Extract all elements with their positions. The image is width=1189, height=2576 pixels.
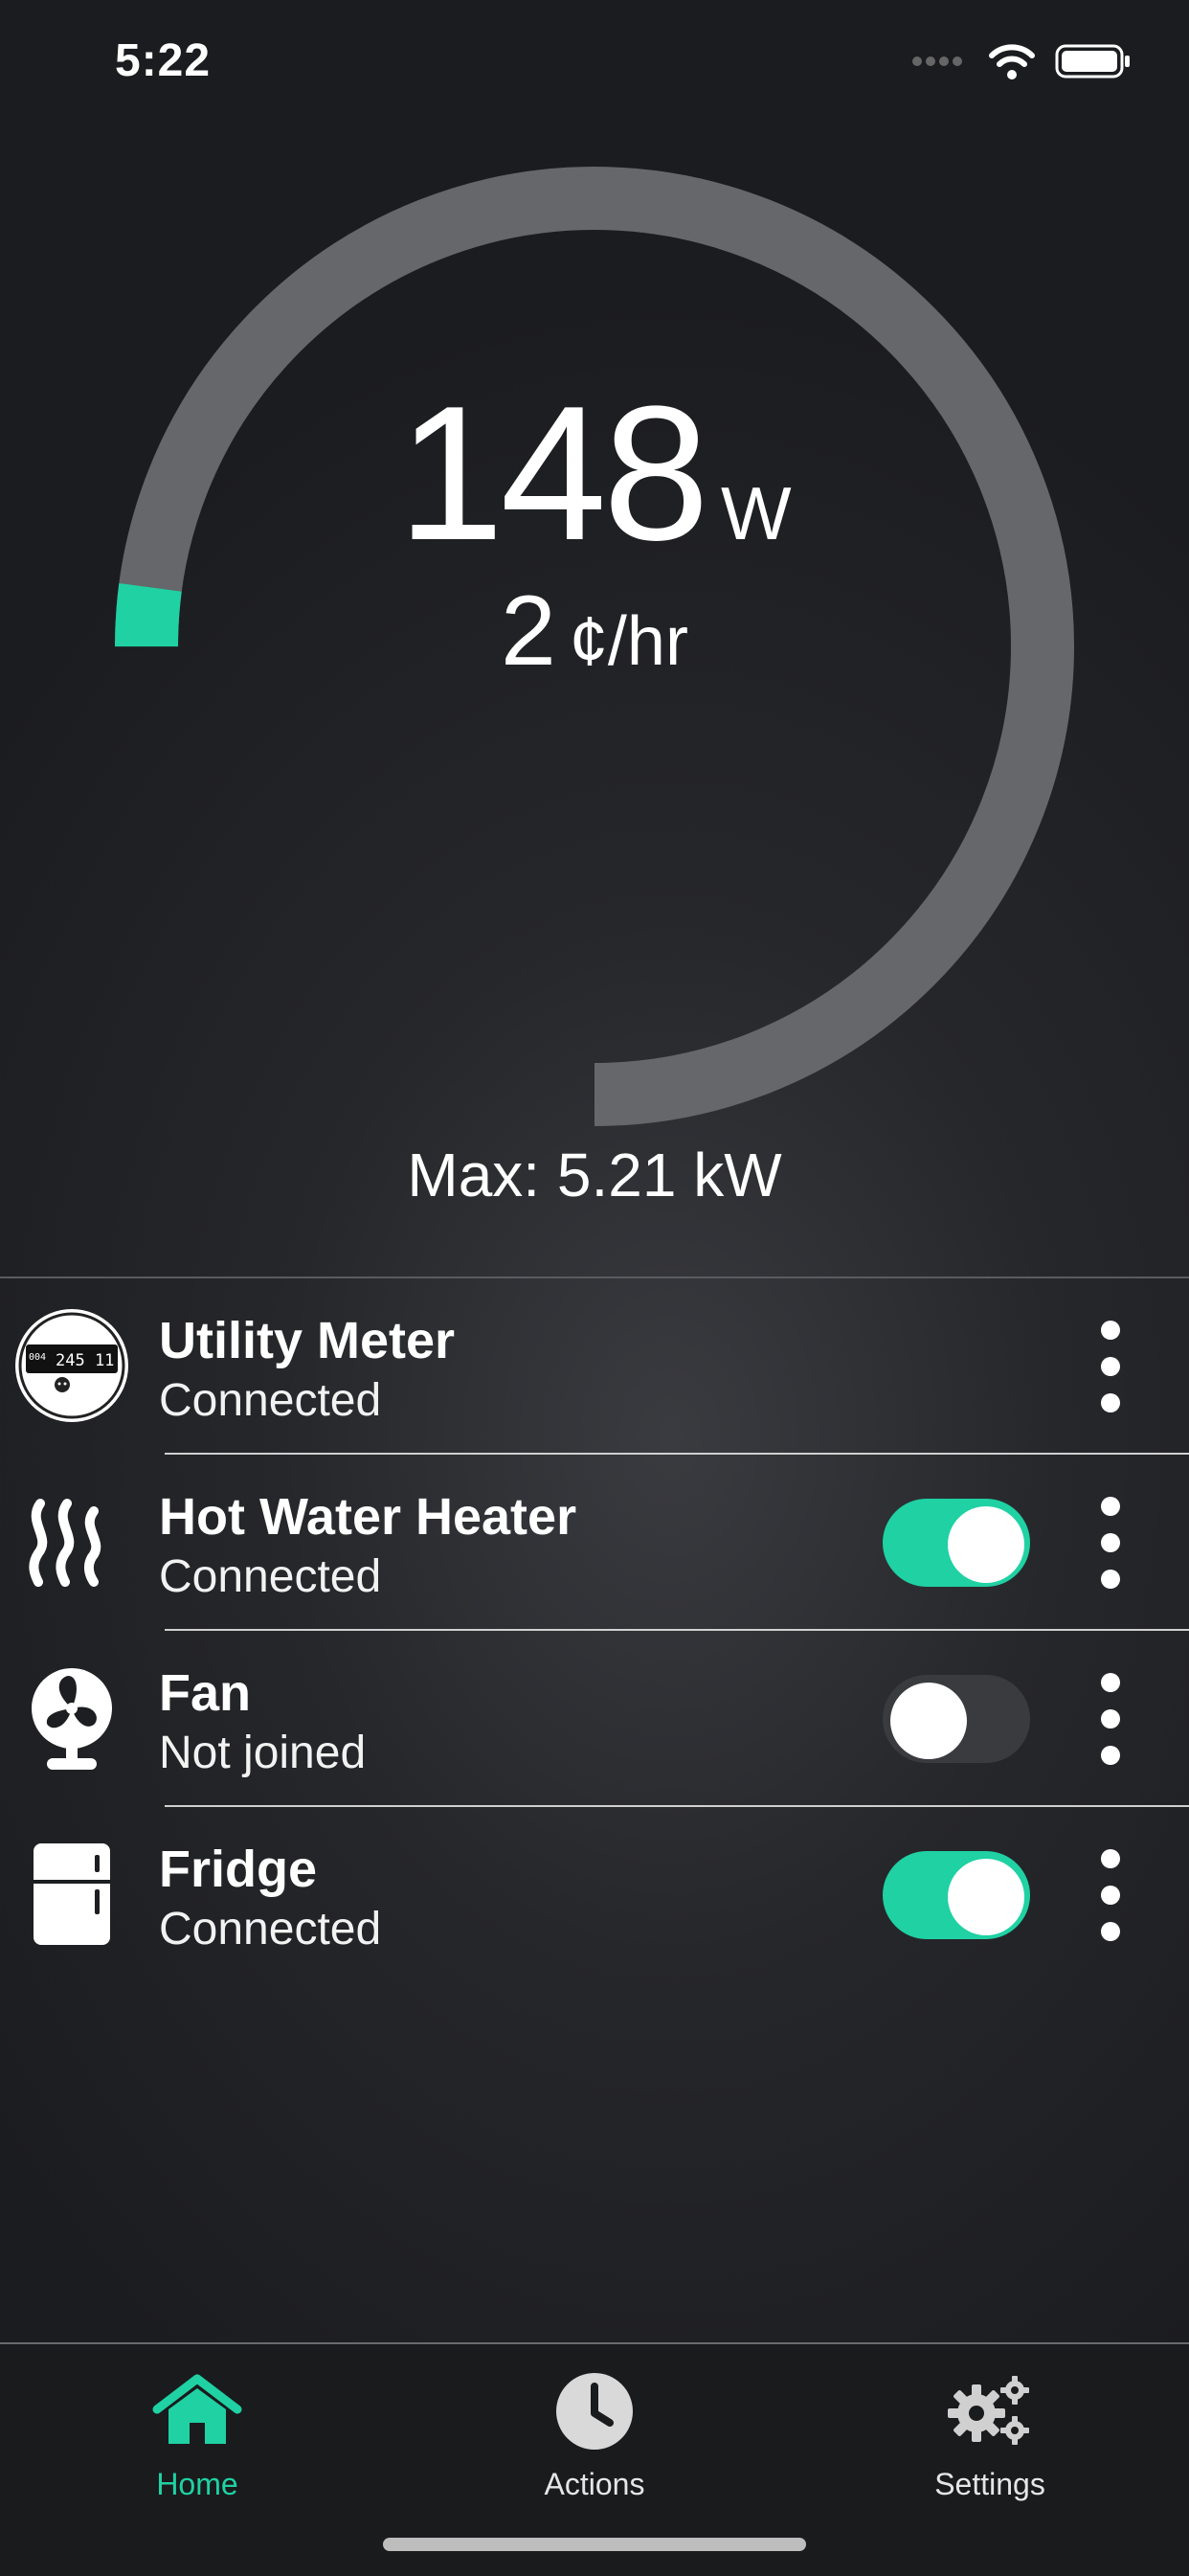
more-options-icon[interactable] bbox=[1091, 1497, 1130, 1589]
status-time: 5:22 bbox=[115, 35, 212, 86]
power-toggle[interactable] bbox=[883, 1499, 1030, 1587]
gauge-ring bbox=[114, 167, 1074, 1126]
power-gauge bbox=[0, 124, 1189, 1254]
toggle-knob bbox=[890, 1683, 967, 1759]
tab-settings[interactable]: Settings bbox=[846, 2363, 1133, 2502]
fridge-icon bbox=[11, 1834, 132, 1955]
clock-icon bbox=[451, 2363, 738, 2459]
current-cost: 2 ¢/hr bbox=[0, 575, 1189, 689]
utility-meter-icon: 004 245 11 bbox=[11, 1305, 132, 1426]
device-name: Fan bbox=[159, 1664, 252, 1722]
device-status: Connected bbox=[159, 1551, 382, 1602]
power-unit: W bbox=[721, 471, 792, 555]
gears-icon bbox=[846, 2363, 1133, 2459]
cost-value: 2 bbox=[501, 576, 556, 687]
device-name: Fridge bbox=[159, 1841, 318, 1898]
wifi-icon bbox=[988, 42, 1036, 85]
battery-icon bbox=[1055, 42, 1132, 85]
device-name: Utility Meter bbox=[159, 1312, 456, 1369]
max-power-label: Max: 5.21 kW bbox=[407, 1141, 782, 1209]
current-power: 148 W bbox=[0, 364, 1189, 584]
signal-icon bbox=[911, 55, 969, 73]
meter-reading-a: 004 bbox=[29, 1352, 46, 1363]
device-row-fan[interactable]: Fan Not joined bbox=[0, 1631, 1189, 1807]
home-icon bbox=[54, 2363, 341, 2459]
device-status: Not joined bbox=[159, 1728, 367, 1778]
device-status: Connected bbox=[159, 1375, 382, 1426]
tab-label: Settings bbox=[934, 2467, 1045, 2501]
device-row-fridge[interactable]: Fridge Connected bbox=[0, 1807, 1189, 1983]
status-icons bbox=[911, 42, 1132, 85]
power-value: 148 bbox=[397, 367, 709, 580]
power-toggle[interactable] bbox=[883, 1675, 1030, 1763]
device-list: 004 245 11 Utility Meter Connected Hot W… bbox=[0, 1277, 1189, 1983]
more-options-icon[interactable] bbox=[1091, 1321, 1130, 1412]
toggle-knob bbox=[948, 1506, 1024, 1583]
heat-waves-icon bbox=[11, 1481, 132, 1602]
tab-actions[interactable]: Actions bbox=[451, 2363, 738, 2502]
device-status: Connected bbox=[159, 1904, 382, 1955]
tab-label: Actions bbox=[544, 2467, 645, 2501]
meter-reading-b: 245 11 bbox=[56, 1351, 114, 1370]
tab-home[interactable]: Home bbox=[54, 2363, 341, 2502]
status-bar: 5:22 bbox=[0, 0, 1189, 124]
cost-unit: ¢/hr bbox=[569, 603, 688, 680]
device-name: Hot Water Heater bbox=[159, 1488, 577, 1546]
fan-icon bbox=[11, 1658, 132, 1778]
tab-label: Home bbox=[156, 2467, 238, 2501]
toggle-knob bbox=[948, 1859, 1024, 1935]
power-toggle[interactable] bbox=[883, 1851, 1030, 1939]
more-options-icon[interactable] bbox=[1091, 1673, 1130, 1765]
home-indicator bbox=[383, 2538, 806, 2551]
device-row-hot-water-heater[interactable]: Hot Water Heater Connected bbox=[0, 1455, 1189, 1631]
device-row-utility-meter[interactable]: 004 245 11 Utility Meter Connected bbox=[0, 1278, 1189, 1455]
more-options-icon[interactable] bbox=[1091, 1849, 1130, 1941]
